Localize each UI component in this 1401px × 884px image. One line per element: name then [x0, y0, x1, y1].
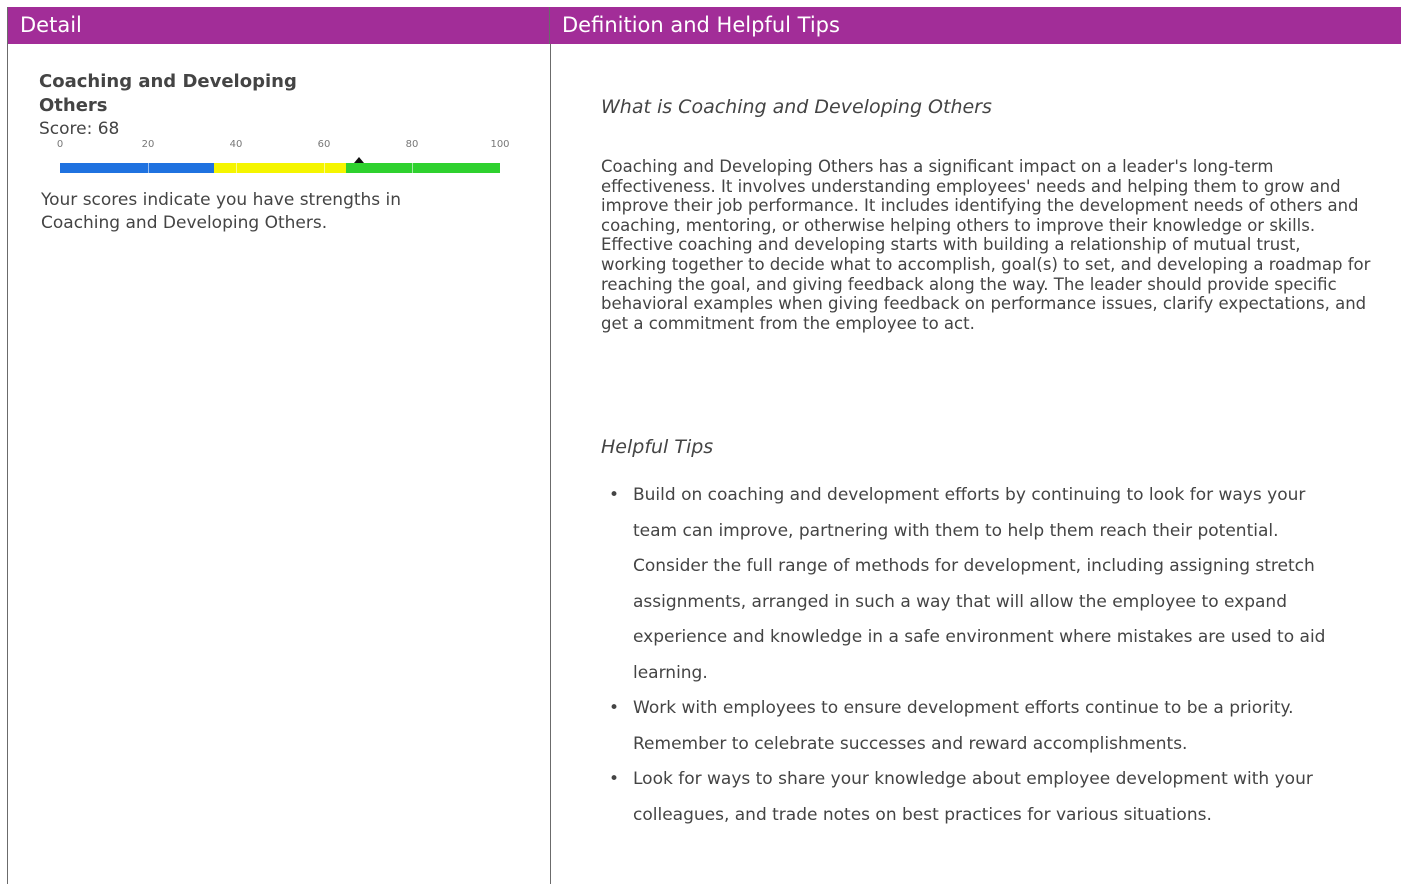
gauge-tick-label: 60: [317, 139, 331, 150]
gauge-tick-label: 40: [229, 139, 243, 150]
tips-list: • Build on coaching and development effor…: [601, 478, 1341, 833]
list-item: • Look for ways to share your knowledge a…: [601, 762, 1341, 833]
gauge-tick-line: [148, 163, 149, 173]
detail-header: Detail: [8, 7, 550, 44]
definition-column: What is Coaching and Developing Others C…: [551, 44, 1401, 884]
definition-header: Definition and Helpful Tips: [550, 7, 1401, 44]
score-label: Score: 68: [39, 119, 120, 139]
gauge-tick-line: [324, 163, 325, 173]
gauge-tick-line: [412, 163, 413, 173]
score-summary: Your scores indicate you have strengths …: [41, 190, 402, 233]
list-item: • Work with employees to ensure developme…: [601, 691, 1341, 762]
definition-text: Coaching and Developing Others has a sig…: [601, 157, 1371, 333]
metric-title: Coaching and Developing Others: [39, 71, 297, 116]
gauge-tick-label: 20: [141, 139, 155, 150]
score-marker-icon: [354, 157, 365, 163]
tip-text: Work with employees to ensure developmen…: [633, 698, 1294, 754]
bullet-icon: •: [609, 485, 620, 505]
list-item: • Build on coaching and development effor…: [601, 478, 1341, 691]
report-table: Detail Definition and Helpful Tips Coach…: [7, 7, 1401, 884]
definition-heading: What is Coaching and Developing Others: [601, 96, 992, 118]
gauge-band: [214, 163, 346, 173]
score-gauge: 0 20 40 60 80 100: [56, 139, 510, 179]
gauge-tick-label: 100: [490, 139, 510, 150]
gauge-band: [60, 163, 214, 173]
detail-column: Coaching and Developing Others Score: 68…: [8, 44, 550, 884]
gauge-band: [346, 163, 500, 173]
tips-heading: Helpful Tips: [601, 436, 714, 458]
gauge-tick-line: [236, 163, 237, 173]
bullet-icon: •: [609, 698, 620, 718]
tip-text: Look for ways to share your knowledge ab…: [633, 769, 1313, 825]
tip-text: Build on coaching and development effort…: [633, 485, 1326, 683]
bullet-icon: •: [609, 769, 620, 789]
gauge-tick-label: 0: [56, 139, 64, 150]
gauge-tick-label: 80: [405, 139, 419, 150]
